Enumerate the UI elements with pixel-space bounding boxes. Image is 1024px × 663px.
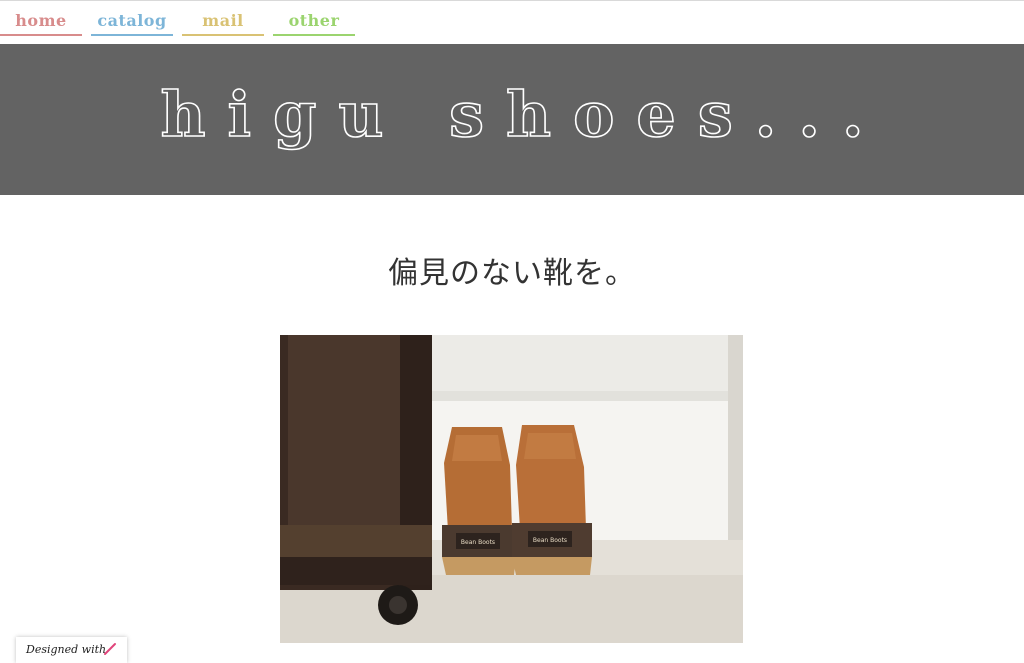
- top-border: [0, 0, 1024, 1]
- hero-photo: Bean Boots Bean Boots: [280, 335, 743, 643]
- boot-label-left: Bean Boots: [461, 539, 495, 546]
- nav-label-catalog: catalog: [97, 11, 167, 30]
- nav-link-other[interactable]: other: [273, 8, 355, 36]
- nav-link-catalog[interactable]: catalog: [91, 8, 173, 36]
- nav-label-other: other: [288, 11, 340, 30]
- nav-link-mail[interactable]: mail: [182, 8, 264, 36]
- global-nav: home catalog mail other: [0, 8, 1024, 36]
- designed-with-badge[interactable]: Designed with: [16, 637, 127, 663]
- site-title[interactable]: higu shoes...: [0, 77, 1024, 152]
- pencil-icon: [104, 643, 116, 655]
- site-header-banner: higu shoes...: [0, 44, 1024, 195]
- boot-label-right: Bean Boots: [533, 537, 567, 544]
- nav-label-home: home: [15, 11, 67, 30]
- nav-link-home[interactable]: home: [0, 8, 82, 36]
- nav-label-mail: mail: [202, 11, 244, 30]
- badge-text: Designed with: [26, 643, 107, 656]
- page-tagline: 偏見のない靴を。: [388, 256, 636, 291]
- boots-photo-illustration: Bean Boots Bean Boots: [280, 335, 743, 643]
